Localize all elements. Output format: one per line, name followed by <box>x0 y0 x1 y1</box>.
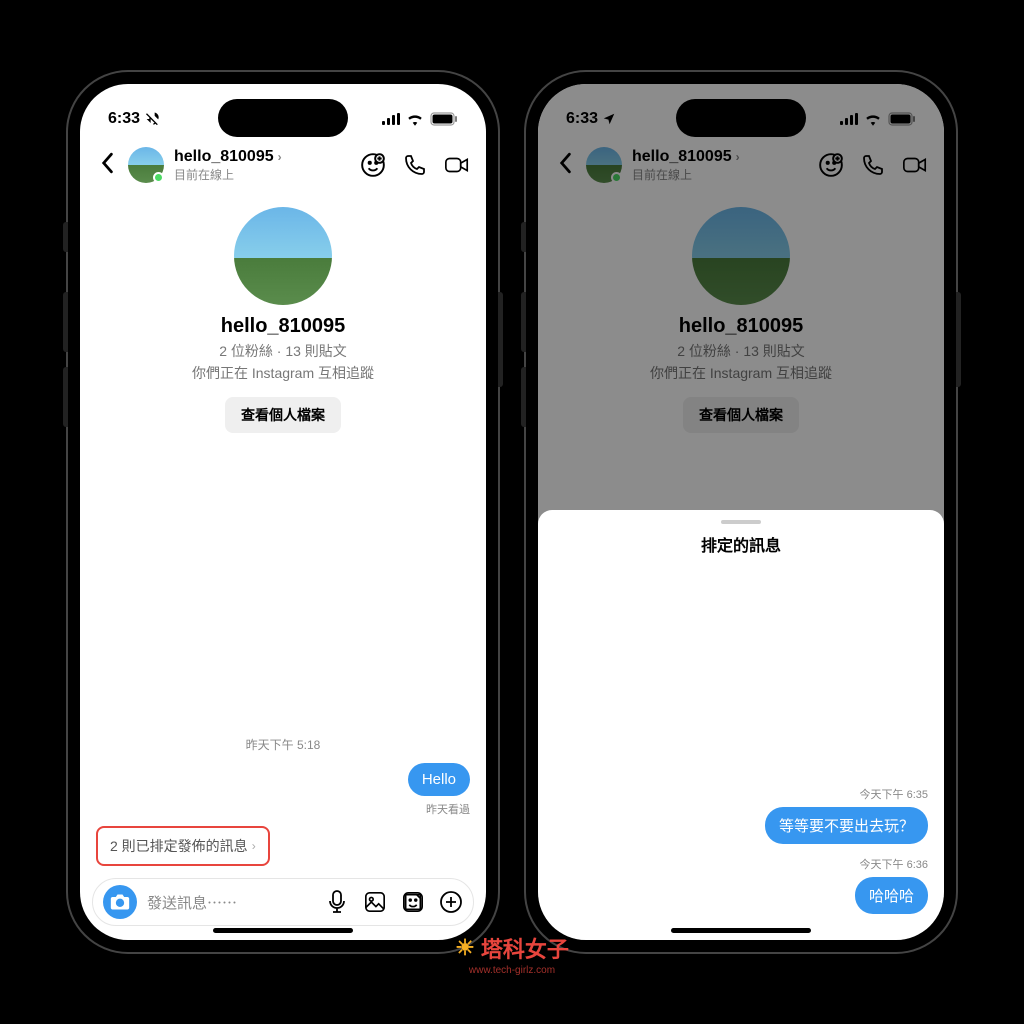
avatar-large[interactable] <box>234 207 332 305</box>
message-row: Hello <box>96 763 470 796</box>
chat-username[interactable]: hello_810095 › <box>174 148 350 166</box>
dynamic-island <box>218 99 348 137</box>
watermark-logo: ☀ 塔科女子 <box>455 932 569 964</box>
sticker-button[interactable] <box>401 890 425 914</box>
power-button <box>498 292 503 387</box>
back-button[interactable] <box>96 150 118 181</box>
phone-left: 6:33 <box>68 72 498 952</box>
scheduled-messages-pill[interactable]: 2 則已排定發佈的訊息 › <box>96 826 270 866</box>
home-indicator[interactable] <box>213 928 353 933</box>
silent-icon <box>144 111 160 127</box>
scheduled-message-bubble[interactable]: 等等要不要出去玩？ <box>765 807 928 844</box>
sun-icon: ☀ <box>455 935 475 961</box>
profile-follow-status: 你們正在 Instagram 互相追蹤 <box>100 363 466 383</box>
screen-left: 6:33 <box>80 84 486 940</box>
message-input[interactable]: 發送訊息⋯⋯ <box>147 892 315 913</box>
chevron-right-icon: › <box>252 839 256 853</box>
scheduled-message-row: 等等要不要出去玩？ <box>554 807 928 844</box>
scheduled-message-row: 哈哈哈 <box>554 877 928 914</box>
profile-stats: 2 位粉絲 · 13 則貼文 <box>100 341 466 361</box>
side-buttons-left <box>63 222 68 442</box>
watermark-url: www.tech-girlz.com <box>469 965 555 976</box>
scheduled-timestamp: 今天下午 6:36 <box>554 856 928 872</box>
view-profile-button[interactable]: 查看個人檔案 <box>225 397 341 433</box>
scheduled-message-bubble[interactable]: 哈哈哈 <box>855 877 928 914</box>
seen-indicator: 昨天看過 <box>96 801 470 817</box>
online-status-text: 目前在線上 <box>174 166 350 183</box>
messages-area[interactable]: 昨天下午 5:18 Hello 昨天看過 2 則已排定發佈的訊息 › <box>80 443 486 878</box>
scheduled-timestamp: 今天下午 6:35 <box>554 786 928 802</box>
gallery-button[interactable] <box>363 890 387 914</box>
battery-icon <box>430 112 458 126</box>
sticker-add-button[interactable] <box>360 152 386 178</box>
status-time: 6:33 <box>108 110 140 128</box>
message-bubble[interactable]: Hello <box>408 763 470 796</box>
chevron-right-icon: › <box>278 150 282 164</box>
phone-right: 6:33 <box>526 72 956 952</box>
audio-call-button[interactable] <box>402 152 428 178</box>
microphone-button[interactable] <box>325 890 349 914</box>
sheet-grabber[interactable] <box>721 520 761 524</box>
chat-header: hello_810095 › 目前在線上 <box>80 139 486 191</box>
camera-button[interactable] <box>103 885 137 919</box>
message-timestamp: 昨天下午 5:18 <box>96 736 470 753</box>
online-indicator <box>153 172 164 183</box>
screen-right: 6:33 <box>538 84 944 940</box>
home-indicator[interactable] <box>671 928 811 933</box>
power-button <box>956 292 961 387</box>
avatar-small[interactable] <box>128 147 164 183</box>
side-buttons-left <box>521 222 526 442</box>
scheduled-messages-sheet: 排定的訊息 今天下午 6:35 等等要不要出去玩？ 今天下午 6:36 哈哈哈 <box>538 510 944 940</box>
message-input-bar: 發送訊息⋯⋯ <box>92 878 474 926</box>
video-call-button[interactable] <box>444 152 470 178</box>
dynamic-island <box>676 99 806 137</box>
profile-section: hello_810095 2 位粉絲 · 13 則貼文 你們正在 Instagr… <box>80 191 486 443</box>
wifi-icon <box>406 112 424 126</box>
profile-username: hello_810095 <box>100 315 466 338</box>
sheet-title: 排定的訊息 <box>538 532 944 568</box>
add-button[interactable] <box>439 890 463 914</box>
sheet-body[interactable]: 今天下午 6:35 等等要不要出去玩？ 今天下午 6:36 哈哈哈 <box>538 568 944 940</box>
cellular-icon <box>382 113 400 125</box>
